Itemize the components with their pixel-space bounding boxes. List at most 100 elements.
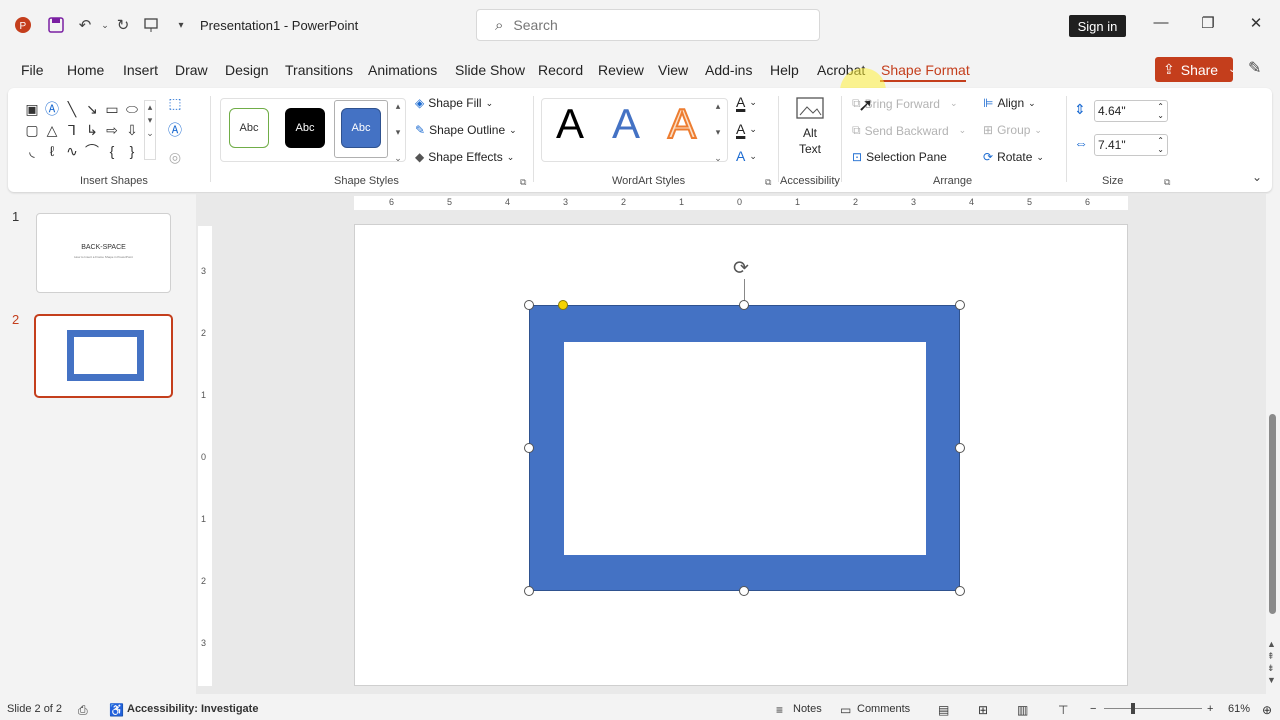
scribble-shape-icon[interactable]: ℓ: [43, 142, 61, 160]
notes-button[interactable]: Notes: [793, 703, 822, 715]
down-arrow-shape-icon[interactable]: ⇩: [123, 121, 141, 139]
arc-shape-icon[interactable]: ⌒: [83, 142, 101, 160]
style-fill-black[interactable]: Abc: [285, 108, 325, 148]
zoom-level[interactable]: 61%: [1228, 703, 1250, 715]
tab-review[interactable]: Review: [598, 62, 644, 78]
tab-animations[interactable]: Animations: [368, 62, 437, 78]
oval-shape-icon[interactable]: ⬭: [123, 100, 141, 118]
dialog-launcher-icon[interactable]: ⧉: [1164, 177, 1170, 188]
slide-sorter-icon[interactable]: ⊞: [978, 703, 988, 717]
wordart-scroll[interactable]: ▴ ▾ ⌄: [712, 100, 724, 163]
text-box-shape-icon[interactable]: ▣: [23, 100, 41, 118]
alt-text-button[interactable]: Alt Text: [792, 96, 828, 164]
shape-fill-button[interactable]: ◈ Shape Fill ⌄: [415, 96, 493, 110]
shape-effects-button[interactable]: ◆ Shape Effects ⌄: [415, 150, 514, 164]
resize-handle-top[interactable]: [739, 300, 749, 310]
shape-styles-scroll[interactable]: ▴ ▾ ⌄: [392, 100, 404, 163]
tab-design[interactable]: Design: [225, 62, 269, 78]
text-outline-button[interactable]: A ⌄: [736, 121, 757, 137]
shape-outline-button[interactable]: ✎ Shape Outline ⌄: [415, 123, 517, 137]
height-spinner-icon[interactable]: ⌃ ⌄: [1157, 102, 1164, 120]
tab-view[interactable]: View: [658, 62, 688, 78]
zoom-in-icon[interactable]: +: [1207, 703, 1213, 715]
fit-slide-icon[interactable]: ⊕: [1262, 703, 1272, 717]
restore-icon[interactable]: ❐: [1197, 14, 1219, 32]
wordart-blue[interactable]: A: [612, 100, 640, 148]
collapse-ribbon-icon[interactable]: ⌄: [1252, 170, 1262, 184]
present-icon[interactable]: [140, 14, 162, 36]
resize-handle-top-right[interactable]: [955, 300, 965, 310]
zoom-slider[interactable]: [1104, 708, 1202, 709]
comments-button[interactable]: Comments: [857, 703, 910, 715]
triangle-shape-icon[interactable]: △: [43, 121, 61, 139]
text-effects-button[interactable]: A ⌄: [736, 148, 757, 164]
scrollbar-thumb[interactable]: [1269, 414, 1276, 614]
slide-thumbnail-1[interactable]: BACK-SPACE How to Insert a Frame Shape i…: [36, 213, 171, 293]
rotate-button[interactable]: ⟳ Rotate ⌄: [983, 150, 1044, 164]
send-backward-button[interactable]: ⧉ Send Backward ⌄: [852, 123, 966, 138]
rotate-handle-icon[interactable]: ⟳: [733, 257, 749, 280]
share-button[interactable]: ⇪ Share ⌄: [1155, 57, 1236, 82]
comments-icon[interactable]: ▭: [840, 703, 851, 717]
save-icon[interactable]: [45, 14, 67, 36]
freeform-shape-icon[interactable]: ◟: [23, 142, 41, 160]
resize-handle-left[interactable]: [524, 443, 534, 453]
tab-add-ins[interactable]: Add-ins: [705, 62, 752, 78]
dialog-launcher-icon[interactable]: ⧉: [520, 177, 526, 188]
resize-handle-bottom-right[interactable]: [955, 586, 965, 596]
spelling-icon[interactable]: ⎙: [78, 703, 88, 718]
tab-shape-format[interactable]: Shape Format: [881, 62, 970, 78]
customize-toolbar-icon[interactable]: ▾: [170, 14, 192, 36]
tab-file[interactable]: File: [21, 62, 44, 78]
sign-in-button[interactable]: Sign in: [1069, 15, 1126, 37]
vertical-text-box-icon[interactable]: Ⓐ: [43, 100, 61, 118]
selection-pane-button[interactable]: ⊡ Selection Pane: [852, 150, 947, 164]
frame-shape-inner[interactable]: [564, 342, 926, 555]
wordart-black[interactable]: A: [556, 100, 584, 148]
text-fill-button[interactable]: A ⌄: [736, 94, 757, 110]
accessibility-icon[interactable]: ♿: [109, 703, 124, 717]
notes-icon[interactable]: ≡: [776, 703, 783, 717]
resize-handle-bottom-left[interactable]: [524, 586, 534, 596]
slide-thumbnail-2[interactable]: [34, 314, 173, 398]
line-shape-icon[interactable]: ╲: [63, 100, 81, 118]
accessibility-status[interactable]: Accessibility: Investigate: [127, 703, 258, 715]
close-icon[interactable]: ✕: [1245, 14, 1267, 32]
curve-shape-icon[interactable]: ∿: [63, 142, 81, 160]
adjustment-handle[interactable]: [558, 300, 568, 310]
tab-slide-show[interactable]: Slide Show: [455, 62, 525, 78]
left-brace-shape-icon[interactable]: {: [103, 142, 121, 160]
redo-icon[interactable]: ↻: [112, 14, 134, 36]
resize-handle-right[interactable]: [955, 443, 965, 453]
arrow-line-shape-icon[interactable]: ↘: [83, 100, 101, 118]
edit-shape-icon[interactable]: ⬚: [166, 94, 184, 112]
elbow-arrow-icon[interactable]: ↳: [83, 121, 101, 139]
style-outline-green[interactable]: Abc: [229, 108, 269, 148]
zoom-out-icon[interactable]: −: [1090, 703, 1096, 715]
reading-view-icon[interactable]: ▥: [1017, 703, 1028, 717]
wordart-orange-outline[interactable]: A: [667, 99, 697, 148]
align-button[interactable]: ⊫ Align ⌄: [983, 96, 1036, 110]
tab-transitions[interactable]: Transitions: [285, 62, 353, 78]
height-input[interactable]: 4.64" ⌃ ⌄: [1094, 100, 1168, 122]
zoom-slider-thumb[interactable]: [1131, 703, 1135, 714]
tab-insert[interactable]: Insert: [123, 62, 158, 78]
width-input[interactable]: 7.41" ⌃ ⌄: [1094, 134, 1168, 156]
right-brace-shape-icon[interactable]: }: [123, 142, 141, 160]
search-box[interactable]: ⌕ Search: [476, 9, 820, 41]
tab-draw[interactable]: Draw: [175, 62, 208, 78]
tab-record[interactable]: Record: [538, 62, 583, 78]
tab-help[interactable]: Help: [770, 62, 799, 78]
minimize-icon[interactable]: —: [1150, 14, 1172, 31]
resize-handle-bottom[interactable]: [739, 586, 749, 596]
draw-text-box-icon[interactable]: Ⓐ: [166, 121, 184, 139]
shapes-gallery-scroll[interactable]: ▴ ▾ ⌄: [144, 100, 156, 160]
tab-home[interactable]: Home: [67, 62, 104, 78]
slide-show-icon[interactable]: ⊤: [1058, 703, 1068, 717]
group-button[interactable]: ⊞ Group ⌄: [983, 123, 1042, 137]
scroll-slide-arrows-icon[interactable]: ▲ ⇞ ⇟ ▼: [1267, 638, 1276, 686]
style-fill-blue[interactable]: Abc: [341, 108, 381, 148]
width-spinner-icon[interactable]: ⌃ ⌄: [1157, 136, 1164, 154]
right-arrow-shape-icon[interactable]: ⇨: [103, 121, 121, 139]
vertical-scrollbar[interactable]: ▲ ⇞ ⇟ ▼: [1266, 194, 1280, 694]
